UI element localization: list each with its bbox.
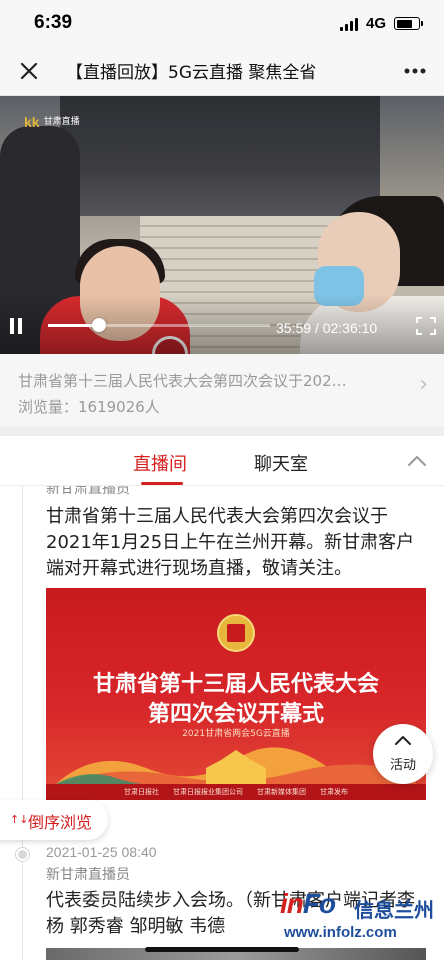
activity-button[interactable]: 活动 bbox=[373, 724, 433, 784]
post-image-banner[interactable]: 甘肃省第十三届人民代表大会 第四次会议开幕式 2021甘肃省两会5G云直播 甘肃… bbox=[46, 588, 426, 800]
status-time: 6:39 bbox=[34, 12, 73, 33]
sort-icon: ↑↓ bbox=[10, 813, 29, 826]
channel-logo: kk 甘肃直播 bbox=[24, 114, 80, 130]
post-author: 新甘肃直播员 bbox=[46, 867, 130, 883]
chevron-up-icon bbox=[395, 736, 411, 745]
reverse-order-button[interactable]: ↑↓ 倒序浏览 bbox=[0, 800, 108, 840]
timeline-dot bbox=[16, 848, 29, 861]
signal-icon bbox=[339, 17, 358, 31]
network-label: 4G bbox=[365, 15, 386, 32]
duration: 02:36:10 bbox=[322, 320, 378, 336]
live-feed[interactable]: 新甘肃直播员 甘肃省第十三届人民代表大会第四次会议于2021年1月25日上午在兰… bbox=[0, 486, 444, 960]
banner-footer-item: 甘肃新媒体集团 bbox=[257, 788, 306, 796]
banner-title-line1: 甘肃省第十三届人民代表大会 bbox=[92, 671, 379, 697]
channel-logo-mark: kk bbox=[24, 114, 40, 130]
live-info-panel[interactable]: 甘肃省第十三届人民代表大会第四次会议于202… 浏览量：1619026人 › bbox=[0, 354, 444, 426]
status-bar: 6:39 4G bbox=[0, 0, 444, 46]
post-text: 甘肃省第十三届人民代表大会第四次会议于2021年1月25日上午在兰州开幕。新甘肃… bbox=[46, 506, 415, 579]
fullscreen-icon[interactable] bbox=[416, 317, 436, 335]
video-controls: 35:59 / 02:36:10 bbox=[0, 294, 444, 354]
pause-icon[interactable] bbox=[10, 318, 26, 334]
active-tab-indicator bbox=[141, 482, 183, 485]
banner-footer-item: 甘肃发布 bbox=[320, 788, 348, 796]
nav-bar: 【直播回放】5G云直播 聚焦全省 bbox=[0, 46, 444, 96]
banner-decoration bbox=[56, 747, 416, 784]
home-indicator bbox=[145, 947, 299, 952]
activity-label: 活动 bbox=[389, 758, 416, 773]
watermark-brand: inFo bbox=[280, 888, 336, 920]
section-divider bbox=[0, 426, 444, 436]
watermark-url: www.infolz.com bbox=[284, 924, 397, 941]
watermark-logo: inFo 信息兰州 www.infolz.com bbox=[280, 888, 440, 948]
timeline-line bbox=[22, 486, 23, 960]
time-separator: / bbox=[314, 320, 319, 336]
banner-footer: 甘肃日报社 甘肃日报报业集团公司 甘肃新媒体集团 甘肃发布 bbox=[46, 784, 426, 800]
banner-footer-item: 甘肃日报社 bbox=[124, 788, 159, 796]
video-frame-background bbox=[60, 96, 380, 216]
page-title: 【直播回放】5G云直播 聚焦全省 bbox=[66, 63, 317, 83]
more-icon[interactable] bbox=[402, 58, 428, 84]
channel-logo-text: 甘肃直播 bbox=[43, 117, 80, 127]
sort-label: 倒序浏览 bbox=[28, 813, 93, 832]
status-indicators: 4G bbox=[339, 15, 423, 32]
tab-live-room[interactable]: 直播间 bbox=[133, 450, 187, 476]
watermark-brand-blue: Fo bbox=[302, 888, 336, 919]
national-emblem-icon bbox=[217, 614, 255, 652]
watermark-cn: 信息兰州 bbox=[354, 898, 434, 922]
battery-icon bbox=[394, 17, 423, 30]
video-player[interactable]: kk 甘肃直播 35:59 / 02:36:10 bbox=[0, 96, 444, 354]
chevron-up-icon[interactable] bbox=[406, 450, 428, 472]
banner-footer-item: 甘肃日报报业集团公司 bbox=[173, 788, 243, 796]
chevron-right-icon: › bbox=[419, 372, 428, 397]
progress-bar[interactable] bbox=[48, 318, 270, 332]
tab-bar: 直播间 聊天室 bbox=[0, 436, 444, 486]
close-icon[interactable] bbox=[16, 58, 42, 84]
time-readout: 35:59 / 02:36:10 bbox=[276, 320, 377, 336]
live-title: 甘肃省第十三届人民代表大会第四次会议于202… bbox=[18, 372, 347, 390]
view-count: 浏览量：1619026人 bbox=[18, 398, 160, 416]
post-author: 新甘肃直播员 bbox=[46, 486, 130, 497]
post-time: 2021-01-25 08:40 bbox=[46, 844, 157, 860]
current-time: 35:59 bbox=[276, 320, 312, 336]
banner-title-line2: 第四次会议开幕式 bbox=[147, 701, 324, 727]
tab-chat-room[interactable]: 聊天室 bbox=[254, 450, 308, 476]
watermark-brand-red: in bbox=[280, 888, 304, 919]
progress-handle[interactable] bbox=[92, 318, 107, 332]
